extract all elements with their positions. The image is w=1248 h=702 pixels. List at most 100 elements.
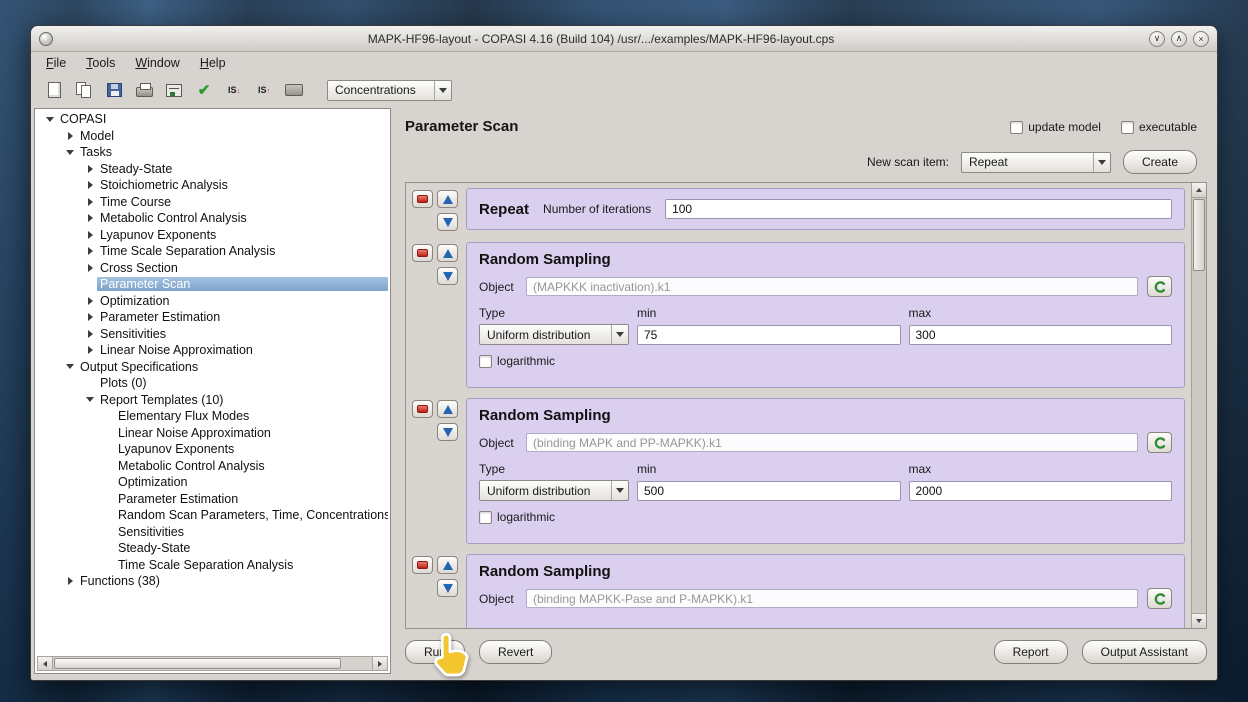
menu-help[interactable]: Help xyxy=(191,54,235,72)
tree-item-copasi[interactable]: COPASI xyxy=(37,111,388,128)
object-select-button[interactable] xyxy=(1147,276,1172,297)
slider-button[interactable] xyxy=(161,78,187,103)
new-file-button[interactable] xyxy=(41,78,67,103)
tree-item-metabolic-control-analysis[interactable]: Metabolic Control Analysis xyxy=(37,210,388,227)
checkbox-icon[interactable] xyxy=(1010,121,1023,134)
create-button[interactable]: Create xyxy=(1123,150,1197,174)
scroll-down-button[interactable] xyxy=(1192,613,1206,628)
tree-item-cross-section[interactable]: Cross Section xyxy=(37,260,388,277)
expand-arrow-icon[interactable] xyxy=(83,165,97,173)
maximize-button[interactable]: ∧ xyxy=(1171,31,1187,47)
tree-item-stoichiometric-analysis[interactable]: Stoichiometric Analysis xyxy=(37,177,388,194)
update-model-checkbox[interactable]: update model xyxy=(1010,120,1101,134)
distribution-combo[interactable]: Uniform distribution xyxy=(479,480,629,501)
close-button[interactable]: × xyxy=(1193,31,1209,47)
tree-item-rt-random-scan[interactable]: Random Scan Parameters, Time, Concentrat… xyxy=(37,507,388,524)
max-input[interactable] xyxy=(909,325,1173,345)
chevron-down-icon[interactable] xyxy=(434,81,451,100)
tree-item-parameter-scan[interactable]: Parameter Scan xyxy=(37,276,388,293)
save-button[interactable] xyxy=(101,78,127,103)
expand-arrow-icon[interactable] xyxy=(63,132,77,140)
object-field[interactable]: (binding MAPKK-Pase and P-MAPKK).k1 xyxy=(526,589,1138,608)
tree-item-parameter-estimation[interactable]: Parameter Estimation xyxy=(37,309,388,326)
tree-horizontal-scrollbar[interactable] xyxy=(37,656,388,671)
copy-button[interactable] xyxy=(71,78,97,103)
iterations-input[interactable] xyxy=(665,199,1172,219)
scrollbar-track[interactable] xyxy=(53,657,372,670)
scrollbar-thumb[interactable] xyxy=(54,658,341,669)
scroll-left-button[interactable] xyxy=(38,657,53,670)
check-model-button[interactable]: ✔ xyxy=(191,78,217,103)
expand-arrow-icon[interactable] xyxy=(63,150,77,155)
expand-arrow-icon[interactable] xyxy=(83,397,97,402)
menu-window[interactable]: Window xyxy=(126,54,188,72)
expand-arrow-icon[interactable] xyxy=(83,297,97,305)
object-field[interactable]: (MAPKKK inactivation).k1 xyxy=(526,277,1138,296)
tree-item-rt-time-scale-separation[interactable]: Time Scale Separation Analysis xyxy=(37,557,388,574)
report-button[interactable]: Report xyxy=(994,640,1068,664)
shade-button[interactable]: ∨ xyxy=(1149,31,1165,47)
remove-item-button[interactable] xyxy=(412,190,433,208)
expand-arrow-icon[interactable] xyxy=(63,364,77,369)
checkbox-icon[interactable] xyxy=(479,511,492,524)
object-select-button[interactable] xyxy=(1147,588,1172,609)
tree-item-steady-state[interactable]: Steady-State xyxy=(37,161,388,178)
expand-arrow-icon[interactable] xyxy=(83,214,97,222)
expand-arrow-icon[interactable] xyxy=(63,577,77,585)
tree-item-rt-metabolic-control-analysis[interactable]: Metabolic Control Analysis xyxy=(37,458,388,475)
expand-arrow-icon[interactable] xyxy=(83,247,97,255)
revert-button[interactable]: Revert xyxy=(479,640,552,664)
expand-arrow-icon[interactable] xyxy=(83,330,97,338)
is-upper-button[interactable]: IS↑ xyxy=(251,78,277,103)
object-field[interactable]: (binding MAPK and PP-MAPKK).k1 xyxy=(526,433,1138,452)
print-button[interactable] xyxy=(131,78,157,103)
tree-item-functions[interactable]: Functions (38) xyxy=(37,573,388,590)
remove-item-button[interactable] xyxy=(412,556,433,574)
expand-arrow-icon[interactable] xyxy=(83,181,97,189)
max-input[interactable] xyxy=(909,481,1173,501)
expand-arrow-icon[interactable] xyxy=(83,264,97,272)
tree-item-report-templates[interactable]: Report Templates (10) xyxy=(37,392,388,409)
object-select-button[interactable] xyxy=(1147,432,1172,453)
tree-item-lyapunov-exponents[interactable]: Lyapunov Exponents xyxy=(37,227,388,244)
expand-arrow-icon[interactable] xyxy=(83,346,97,354)
scrollbar-track[interactable] xyxy=(1192,198,1206,613)
move-up-button[interactable] xyxy=(437,190,458,208)
tree-item-rt-parameter-estimation[interactable]: Parameter Estimation xyxy=(37,491,388,508)
checkbox-icon[interactable] xyxy=(1121,121,1134,134)
tree-item-plots[interactable]: Plots (0) xyxy=(37,375,388,392)
move-down-button[interactable] xyxy=(437,579,458,597)
capture-button[interactable] xyxy=(281,78,307,103)
vertical-scrollbar[interactable] xyxy=(1191,183,1206,628)
tree-item-tasks[interactable]: Tasks xyxy=(37,144,388,161)
tree-item-model[interactable]: Model xyxy=(37,128,388,145)
new-scan-item-combo[interactable]: Repeat xyxy=(961,152,1111,173)
move-down-button[interactable] xyxy=(437,423,458,441)
tree-item-optimization[interactable]: Optimization xyxy=(37,293,388,310)
logarithmic-checkbox[interactable]: logarithmic xyxy=(479,510,555,524)
expand-arrow-icon[interactable] xyxy=(83,198,97,206)
tree-item-rt-steady-state[interactable]: Steady-State xyxy=(37,540,388,557)
menu-file[interactable]: File xyxy=(37,54,75,72)
tree-item-time-scale-separation-analysis[interactable]: Time Scale Separation Analysis xyxy=(37,243,388,260)
scroll-right-button[interactable] xyxy=(372,657,387,670)
concentrations-combo[interactable]: Concentrations xyxy=(327,80,452,101)
checkbox-icon[interactable] xyxy=(479,355,492,368)
distribution-combo[interactable]: Uniform distribution xyxy=(479,324,629,345)
tree-item-rt-sensitivities[interactable]: Sensitivities xyxy=(37,524,388,541)
expand-arrow-icon[interactable] xyxy=(83,231,97,239)
expand-arrow-icon[interactable] xyxy=(83,313,97,321)
logarithmic-checkbox[interactable]: logarithmic xyxy=(479,354,555,368)
tree-item-rt-lyapunov-exponents[interactable]: Lyapunov Exponents xyxy=(37,441,388,458)
remove-item-button[interactable] xyxy=(412,244,433,262)
tree-item-rt-optimization[interactable]: Optimization xyxy=(37,474,388,491)
tree-item-rt-elementary-flux-modes[interactable]: Elementary Flux Modes xyxy=(37,408,388,425)
chevron-down-icon[interactable] xyxy=(611,481,628,500)
tree-item-time-course[interactable]: Time Course xyxy=(37,194,388,211)
move-up-button[interactable] xyxy=(437,556,458,574)
is-lower-button[interactable]: IS↓ xyxy=(221,78,247,103)
remove-item-button[interactable] xyxy=(412,400,433,418)
menu-tools[interactable]: Tools xyxy=(77,54,124,72)
tree-item-linear-noise-approximation[interactable]: Linear Noise Approximation xyxy=(37,342,388,359)
output-assistant-button[interactable]: Output Assistant xyxy=(1082,640,1207,664)
